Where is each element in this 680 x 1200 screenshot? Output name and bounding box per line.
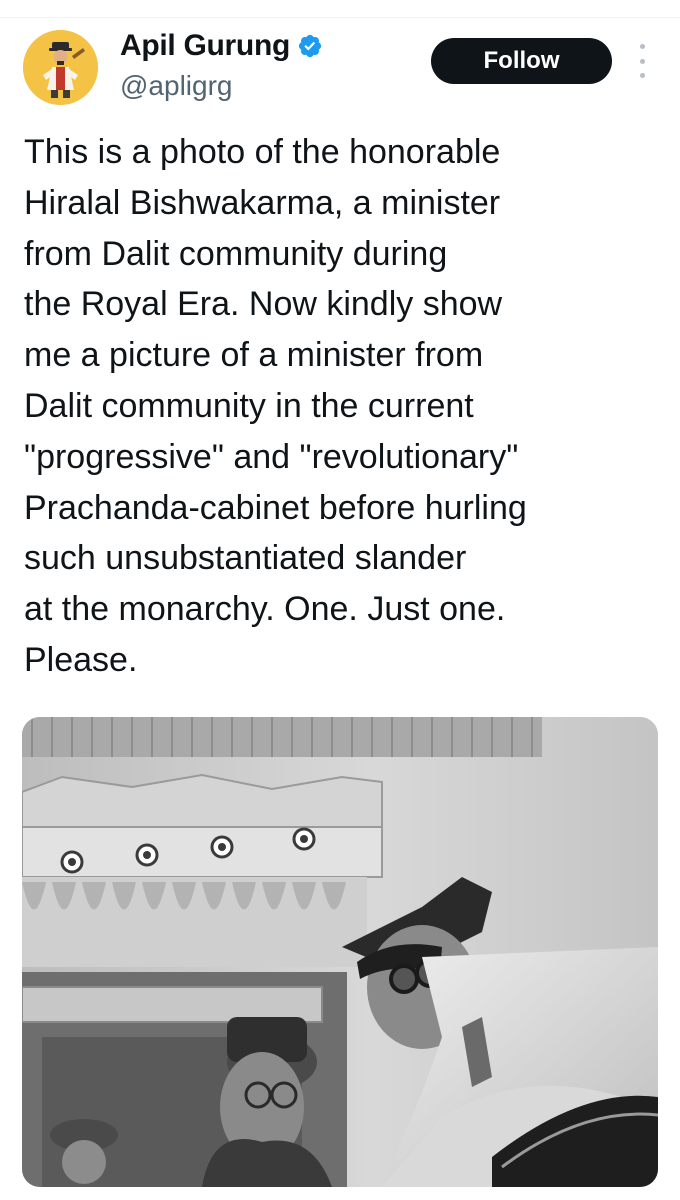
more-dot	[639, 44, 645, 49]
avatar-illustration-icon	[23, 30, 98, 105]
follow-button[interactable]: Follow	[431, 38, 612, 84]
bottom-area	[0, 1187, 680, 1200]
more-vertical-icon[interactable]	[632, 44, 652, 78]
author-display-name[interactable]: Apil Gurung	[120, 29, 290, 63]
tweet-photo[interactable]	[22, 717, 658, 1187]
author-handle[interactable]: @apligrg	[120, 70, 232, 102]
verified-badge-icon[interactable]	[297, 33, 323, 59]
tweet-text: This is a photo of the honorable Hiralal…	[24, 133, 527, 679]
more-dot	[639, 58, 645, 64]
author-name-row[interactable]: Apil Gurung	[120, 26, 323, 66]
top-divider	[0, 17, 680, 18]
more-dot	[639, 73, 645, 78]
photo-illustration	[22, 717, 658, 1187]
avatar[interactable]	[23, 30, 98, 105]
